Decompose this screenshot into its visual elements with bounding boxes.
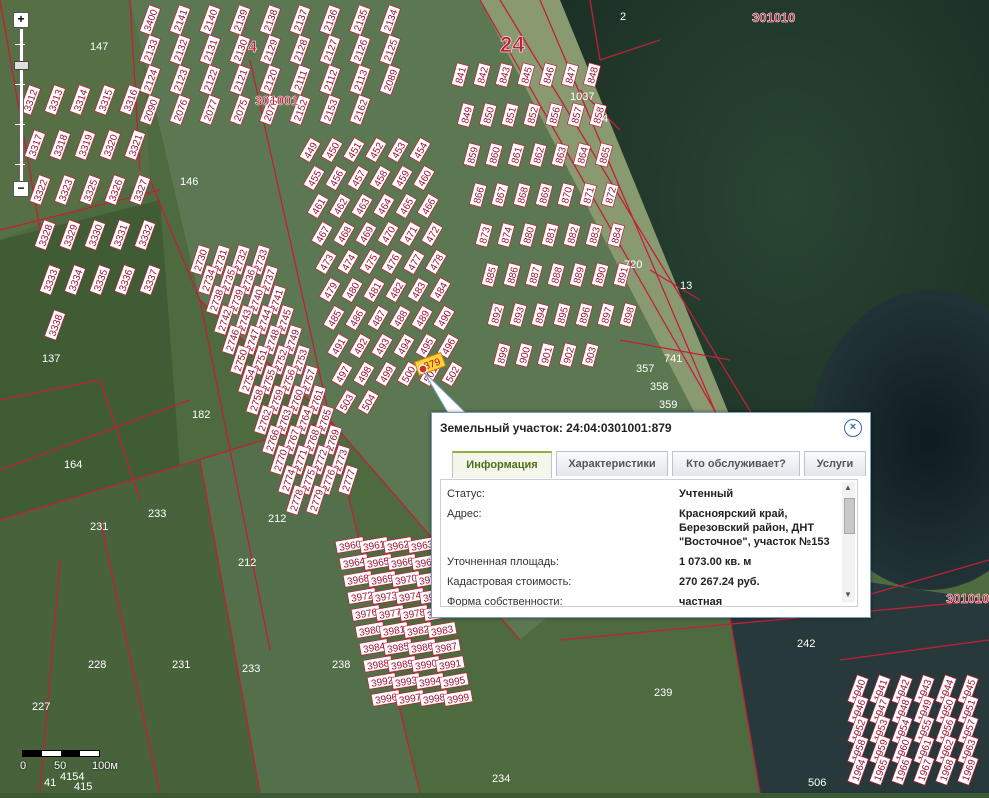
tab-who-serves[interactable]: Кто обслуживает? [672, 451, 800, 476]
district-label: 4 [248, 39, 257, 56]
close-icon[interactable]: × [844, 419, 862, 437]
parcel-number: 357 [636, 363, 654, 375]
parcel-number: 242 [797, 638, 815, 650]
parcel-number: 4 [602, 113, 608, 125]
popup-scrollbar[interactable]: ▲ ▼ [842, 482, 855, 602]
status-value: Учтенный [679, 488, 734, 500]
parcel-number: 239 [654, 687, 672, 699]
parcel-number: 231 [172, 659, 190, 671]
parcel-number: 41 [44, 777, 56, 789]
quarter-label-main: 301001 [255, 93, 298, 108]
tab-characteristics[interactable]: Характеристики [556, 451, 668, 476]
cadastral-map[interactable]: 3400 2141 2140 2139 2138 2137 2136 2135 2134 2133… [0, 0, 989, 794]
address-label: Адрес: [447, 508, 482, 520]
parcel-number: 506 [808, 777, 826, 789]
ownership-label: Форма собственности: [447, 596, 563, 607]
scale-label-zero: 0 [20, 760, 27, 772]
parcel-number: 147 [90, 41, 108, 53]
map-canvas[interactable]: 3400 2141 2140 2139 2138 2137 2136 2135 21342133… [0, 0, 989, 794]
location-pin-icon[interactable] [418, 364, 428, 374]
zoom-tick [15, 164, 25, 165]
parcel-number: 228 [88, 659, 106, 671]
area-label: Уточненная площадь: [447, 556, 559, 568]
parcel-number: 212 [238, 557, 256, 569]
parcel-number: 182 [192, 409, 210, 421]
scroll-thumb[interactable] [844, 498, 855, 534]
block-number-label: 24 [500, 32, 525, 57]
ownership-value: частная [679, 596, 723, 607]
parcel-info-popup: Земельный участок: 24:04:0301001:879 × И… [431, 412, 871, 618]
zoom-tick [15, 124, 25, 125]
zoom-tick [15, 84, 25, 85]
scale-bar-graphic [22, 750, 100, 757]
quarter-label-ne: 301010 [752, 10, 795, 25]
address-value: Красноярский край, Березовский район, ДН… [679, 508, 830, 548]
status-label: Статус: [447, 488, 485, 500]
parcel-number: 212 [268, 513, 286, 525]
quarter-label-east: 301010 [946, 591, 989, 606]
parcel-number: 231 [90, 521, 108, 533]
parcel-number: 415 [74, 781, 92, 793]
parcel-number: 238 [332, 659, 350, 671]
parcel-number: 358 [650, 381, 668, 393]
parcel-number: 1037 [570, 91, 594, 103]
zoom-slider-track[interactable] [19, 28, 24, 182]
parcel-number: 164 [64, 459, 82, 471]
parcel-number: 13 [680, 280, 692, 292]
parcel-number: 227 [32, 701, 50, 713]
zoom-slider-handle[interactable] [14, 61, 29, 70]
zoom-in-button[interactable]: + [13, 12, 29, 28]
zoom-out-button[interactable]: − [13, 181, 29, 197]
parcel-number: 2 [620, 11, 626, 23]
popup-title: Земельный участок: 24:04:0301001:879 [440, 421, 672, 435]
parcel-number: 233 [148, 508, 166, 520]
parcel-number: 720 [624, 259, 642, 271]
popup-content[interactable]: Статус: Учтенный Адрес: Красноярский кра… [440, 479, 858, 607]
scale-label-mid: 50 [54, 760, 67, 772]
cost-label: Кадастровая стоимость: [447, 576, 572, 588]
tab-information[interactable]: Информация [452, 451, 552, 478]
area-value: 1 073.00 кв. м [679, 556, 752, 568]
scroll-up-icon[interactable]: ▲ [844, 483, 852, 492]
zoom-tick [15, 44, 25, 45]
parcel-number: 233 [242, 663, 260, 675]
parcel-number: 146 [180, 176, 198, 188]
parcel-number: 741 [664, 353, 682, 365]
scale-label-end: 100м [92, 760, 118, 772]
parcel-number: 137 [42, 353, 60, 365]
parcel-number: 359 [659, 399, 677, 411]
cost-value: 270 267.24 руб. [679, 576, 760, 588]
scroll-down-icon[interactable]: ▼ [844, 590, 852, 599]
tab-services[interactable]: Услуги [804, 451, 866, 476]
parcel-number: 234 [492, 773, 510, 785]
